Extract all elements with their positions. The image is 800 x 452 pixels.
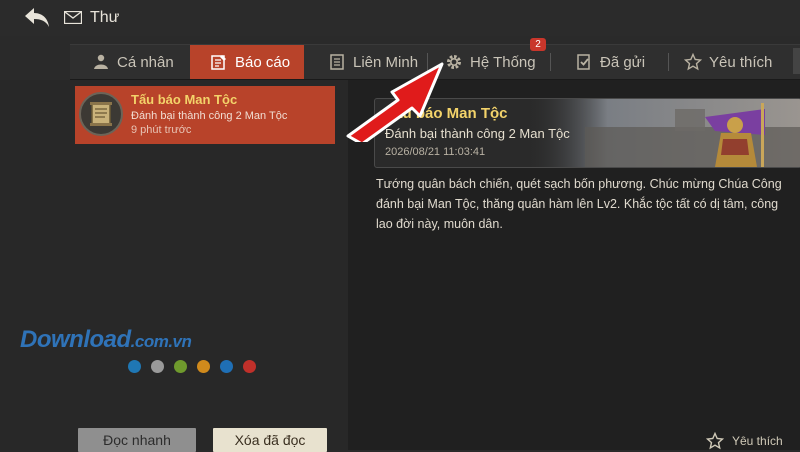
tab-report[interactable]: Báo cáo	[190, 45, 304, 79]
watermark-dot	[174, 360, 187, 373]
tab-sent-label: Đã gửi	[600, 53, 646, 71]
delete-read-button[interactable]: Xóa đã đọc	[213, 428, 327, 452]
favorite-button[interactable]: Yêu thích	[706, 432, 783, 450]
red-pointer-arrow-icon	[346, 62, 444, 142]
watermark-dot	[197, 360, 210, 373]
watermark-dot	[220, 360, 233, 373]
mail-item-time: 9 phút trước	[131, 124, 192, 136]
tab-personal-label: Cá nhân	[117, 53, 174, 71]
tab-scroll-edge	[793, 48, 800, 74]
star-icon	[706, 432, 724, 450]
mail-item-title: Tấu báo Man Tộc	[131, 92, 238, 107]
tab-system-label: Hệ Thống	[470, 53, 536, 71]
watermark-dot	[243, 360, 256, 373]
favorite-label: Yêu thích	[732, 434, 783, 448]
back-arrow-icon[interactable]	[22, 5, 52, 31]
tab-report-label: Báo cáo	[235, 53, 291, 71]
tab-personal[interactable]: Cá nhân	[92, 45, 174, 79]
watermark-dot	[151, 360, 164, 373]
watermark-domain: .com.vn	[130, 332, 192, 351]
tab-sent[interactable]: Đã gửi	[575, 45, 645, 79]
page-title: Thư	[90, 9, 120, 26]
mail-item-subtitle: Đánh bại thành công 2 Man Tộc	[131, 110, 288, 122]
notification-badge: 2	[530, 38, 546, 51]
quick-read-button[interactable]: Đọc nhanh	[78, 428, 196, 452]
mail-detail-datetime: 2026/08/21 11:03:41	[385, 146, 486, 158]
star-icon	[684, 53, 702, 71]
tab-favorites-label: Yêu thích	[709, 53, 773, 71]
tab-favorites[interactable]: Yêu thích	[684, 45, 772, 79]
mail-detail-body: Tướng quân bách chiến, quét sạch bốn phư…	[376, 177, 782, 231]
person-icon	[94, 54, 108, 69]
watermark-dot	[128, 360, 141, 373]
watermark-dots	[128, 360, 266, 373]
top-bar	[0, 0, 800, 36]
report-icon	[211, 55, 226, 70]
watermark-main: Download	[20, 326, 131, 353]
mail-list-item[interactable]: Tấu báo Man Tộc Đánh bại thành công 2 Ma…	[75, 86, 335, 144]
sent-icon	[577, 54, 590, 70]
mail-icon	[64, 11, 82, 24]
watermark-logo: Download.com.vn	[20, 326, 192, 354]
tab-system[interactable]: Hệ Thống	[445, 45, 536, 79]
report-scroll-icon	[79, 92, 123, 136]
